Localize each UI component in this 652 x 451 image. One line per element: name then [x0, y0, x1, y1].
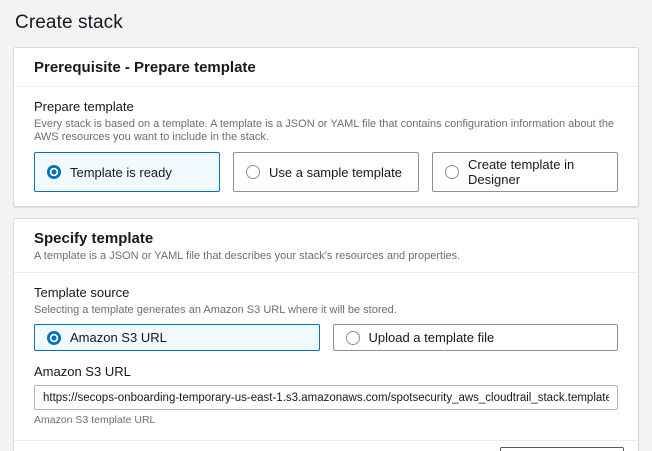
prepare-template-options: Template is ready Use a sample template … [34, 152, 618, 192]
prerequisite-panel-header: Prerequisite - Prepare template [14, 48, 638, 87]
radio-selected-icon [47, 331, 61, 345]
specify-template-panel-body: Template source Selecting a template gen… [14, 273, 638, 440]
specify-template-panel-description: A template is a JSON or YAML file that d… [34, 250, 618, 262]
option-label: Create template in Designer [468, 157, 605, 187]
radio-selected-icon [47, 165, 61, 179]
option-label: Use a sample template [269, 165, 402, 180]
amazon-s3-url-input[interactable] [34, 385, 618, 410]
template-source-options: Amazon S3 URL Upload a template file [34, 324, 618, 351]
amazon-s3-url-helper: Amazon S3 template URL [34, 414, 618, 426]
option-label: Template is ready [70, 165, 172, 180]
radio-unselected-icon [246, 165, 260, 179]
prepare-template-label: Prepare template [34, 99, 618, 115]
page-title: Create stack [15, 12, 639, 34]
specify-template-panel-title: Specify template [34, 230, 618, 247]
specify-template-panel-footer: S3 URL: https://secops-onboarding-tempor… [14, 440, 638, 451]
option-use-sample-template[interactable]: Use a sample template [233, 152, 419, 192]
option-template-is-ready[interactable]: Template is ready [34, 152, 220, 192]
template-source-label: Template source [34, 285, 618, 301]
amazon-s3-url-group: Amazon S3 URL Amazon S3 template URL [34, 364, 618, 426]
prerequisite-panel-title: Prerequisite - Prepare template [34, 59, 618, 76]
option-amazon-s3-url[interactable]: Amazon S3 URL [34, 324, 320, 351]
radio-unselected-icon [346, 331, 360, 345]
specify-template-panel: Specify template A template is a JSON or… [13, 218, 639, 451]
specify-template-panel-header: Specify template A template is a JSON or… [14, 219, 638, 273]
option-label: Upload a template file [369, 330, 495, 345]
template-source-description: Selecting a template generates an Amazon… [34, 304, 618, 318]
radio-unselected-icon [445, 165, 459, 179]
amazon-s3-url-label: Amazon S3 URL [34, 364, 618, 380]
prerequisite-panel-body: Prepare template Every stack is based on… [14, 87, 638, 206]
prepare-template-description: Every stack is based on a template. A te… [34, 118, 618, 146]
create-stack-page: Create stack Prerequisite - Prepare temp… [0, 0, 652, 451]
option-create-template-in-designer[interactable]: Create template in Designer [432, 152, 618, 192]
prerequisite-panel: Prerequisite - Prepare template Prepare … [13, 47, 639, 207]
option-label: Amazon S3 URL [70, 330, 167, 345]
view-in-designer-button[interactable]: View in Designer [500, 447, 624, 451]
option-upload-template-file[interactable]: Upload a template file [333, 324, 619, 351]
